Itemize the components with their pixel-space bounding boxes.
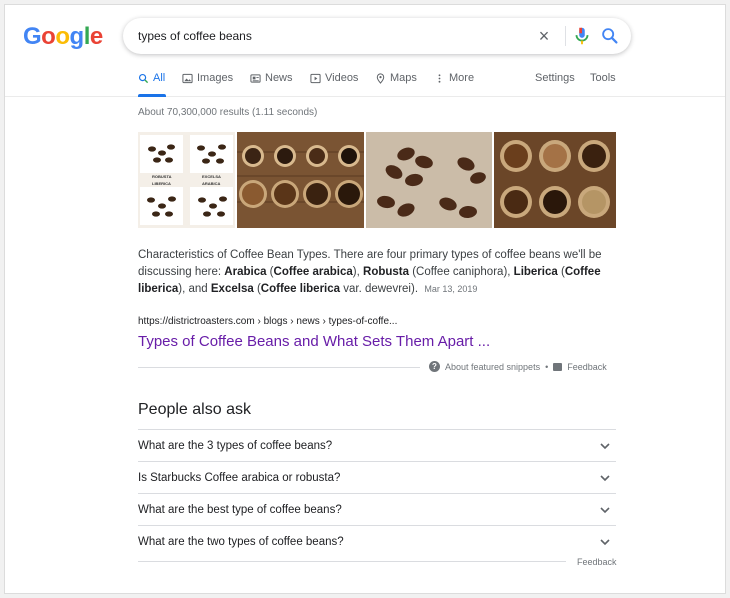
more-vert-icon (438, 74, 441, 83)
tab-label: Videos (325, 72, 359, 84)
snippet-date: Mar 13, 2019 (424, 284, 478, 294)
paa-question[interactable]: What are the two types of coffee beans? (138, 525, 616, 557)
tab-more[interactable]: More (434, 72, 474, 97)
people-also-ask-list: What are the 3 types of coffee beans? Is… (138, 429, 616, 557)
snippet-liberica: Liberica (513, 266, 558, 278)
chart-label: ARABICA (202, 181, 221, 186)
google-logo[interactable]: Google (23, 23, 103, 51)
featured-images: ROBUSTA EXCELSA LIBERICA ARABICA (138, 132, 616, 228)
tab-label: Maps (390, 72, 417, 84)
logo-letter: o (55, 23, 70, 50)
close-icon[interactable]: × (535, 27, 553, 45)
tab-label: More (449, 72, 475, 84)
paa-question-text: What are the 3 types of coffee beans? (138, 439, 333, 452)
chevron-down-icon (600, 442, 610, 449)
coffee-bowls-image[interactable] (237, 132, 364, 228)
snippet-excelsa-sci: Coffee liberica (260, 283, 341, 295)
tab-images[interactable]: Images (182, 72, 233, 97)
settings-link[interactable]: Settings (535, 72, 575, 84)
paa-question[interactable]: Is Starbucks Coffee arabica or robusta? (138, 461, 616, 493)
tab-videos[interactable]: Videos (310, 72, 358, 97)
logo-letter: o (41, 23, 56, 50)
chart-label: ROBUSTA (152, 174, 172, 179)
snippet-robusta: Robusta (363, 266, 410, 278)
logo-letter: g (69, 23, 85, 50)
divider (138, 367, 420, 368)
video-icon (310, 73, 321, 84)
logo-letter: e (89, 23, 103, 50)
feedback-link[interactable]: Feedback (567, 362, 607, 372)
snippet-robusta-sci: Coffee caniphora (416, 266, 504, 278)
paa-question-text: What are the best type of coffee beans? (138, 503, 342, 516)
featured-snippet-text: Characteristics of Coffee Bean Types. Th… (138, 249, 602, 295)
mic-icon[interactable] (571, 25, 593, 47)
separator-dot: • (545, 361, 549, 372)
paa-question-text: What are the two types of coffee beans? (138, 535, 344, 548)
result-stats: About 70,300,000 results (1.11 seconds) (138, 107, 318, 118)
tab-maps[interactable]: Maps (375, 72, 417, 97)
chart-label: EXCELSA (202, 174, 221, 179)
snippet-arabica: Arabica (224, 266, 267, 278)
search-icon[interactable] (599, 25, 621, 47)
chevron-down-icon (600, 506, 610, 513)
browser-page: Google × All Images (4, 4, 726, 594)
snippet-excelsa: Excelsa (210, 283, 254, 295)
search-icon (138, 73, 149, 84)
snippet-arabica-sci: Coffee arabica (273, 266, 353, 278)
about-featured-snippets-link[interactable]: About featured snippets (445, 362, 540, 372)
paa-question[interactable]: What are the 3 types of coffee beans? (138, 429, 616, 461)
search-divider (565, 26, 566, 46)
result-cite[interactable]: https://districtroasters.com › blogs › n… (138, 316, 397, 327)
paa-question[interactable]: What are the best type of coffee beans? (138, 493, 616, 525)
search-box: × (123, 18, 631, 54)
image-icon (182, 73, 193, 84)
tab-news[interactable]: News (250, 72, 293, 97)
coffee-types-chart-image[interactable]: ROBUSTA EXCELSA LIBERICA ARABICA (138, 132, 235, 228)
featured-snippet-footer: ? About featured snippets • Feedback (429, 361, 607, 372)
divider (138, 561, 566, 562)
chevron-down-icon (600, 538, 610, 545)
chart-label: LIBERICA (152, 181, 171, 186)
chevron-down-icon (600, 474, 610, 481)
paa-question-text: Is Starbucks Coffee arabica or robusta? (138, 471, 341, 484)
tab-all[interactable]: All (138, 72, 166, 97)
coffee-bowls-grid-image[interactable] (494, 132, 616, 228)
tab-label: News (265, 72, 293, 84)
tab-label: All (153, 72, 166, 84)
result-title-link[interactable]: Types of Coffee Beans and What Sets Them… (138, 333, 490, 350)
people-also-ask-title: People also ask (138, 401, 251, 418)
logo-letter: G (23, 23, 42, 50)
tools-link[interactable]: Tools (590, 72, 616, 84)
search-input[interactable] (138, 26, 528, 46)
help-icon[interactable]: ? (429, 361, 440, 372)
search-header: Google × All Images (5, 5, 725, 97)
news-icon (250, 74, 261, 83)
paa-feedback-link[interactable]: Feedback (577, 557, 617, 567)
snippet-excelsa-var: var. dewevrei (340, 283, 411, 295)
feedback-icon[interactable] (553, 362, 563, 371)
tab-label: Images (197, 72, 234, 84)
map-pin-icon (376, 73, 385, 84)
coffee-beans-closeup-image[interactable] (366, 132, 492, 228)
